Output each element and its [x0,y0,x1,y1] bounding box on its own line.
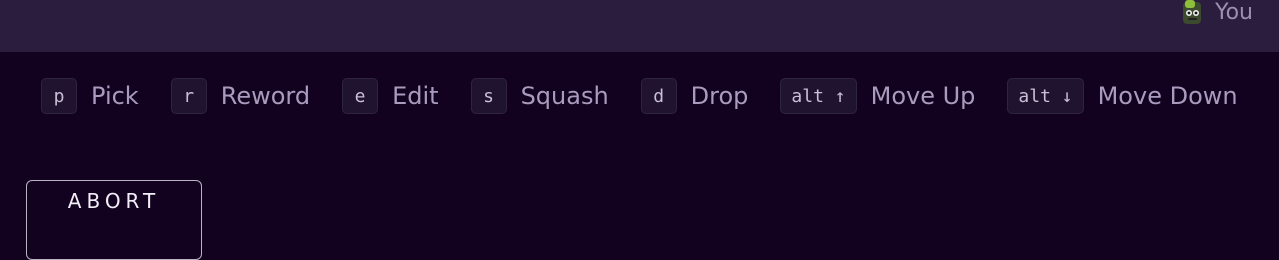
top-bar: You [0,0,1279,52]
shortcut-pick: p Pick [41,78,139,114]
shortcut-reword: r Reword [170,78,311,114]
shortcut-label: Edit [392,82,439,110]
shortcut-legend: p Pick r Reword e Edit s Squash d Drop a… [41,76,1270,116]
shortcut-edit: e Edit [342,78,439,114]
shortcut-label: Drop [690,82,749,110]
user-profile[interactable]: You [1179,0,1253,26]
shortcut-label: Pick [91,82,139,110]
shortcut-key: d [640,78,677,114]
shortcut-drop: d Drop [640,78,749,114]
shortcut-key: s [470,78,507,114]
abort-button[interactable]: ABORT [26,180,202,260]
shortcut-label: Squash [520,82,609,110]
shortcut-key: alt ↓ [1007,78,1084,114]
shortcut-key: p [41,78,77,114]
shortcut-key: r [170,78,207,114]
shortcut-label: Reword [220,82,311,110]
shortcut-squash: s Squash [470,78,609,114]
user-name: You [1215,0,1253,25]
shortcut-key: e [342,78,379,114]
shortcut-key: alt ↑ [780,78,857,114]
shortcut-label: Move Down [1097,82,1238,110]
user-avatar-icon [1179,0,1205,26]
shortcut-label: Move Up [870,82,976,110]
shortcut-move-down: alt ↓ Move Down [1007,78,1238,114]
shortcut-move-up: alt ↑ Move Up [780,78,975,114]
